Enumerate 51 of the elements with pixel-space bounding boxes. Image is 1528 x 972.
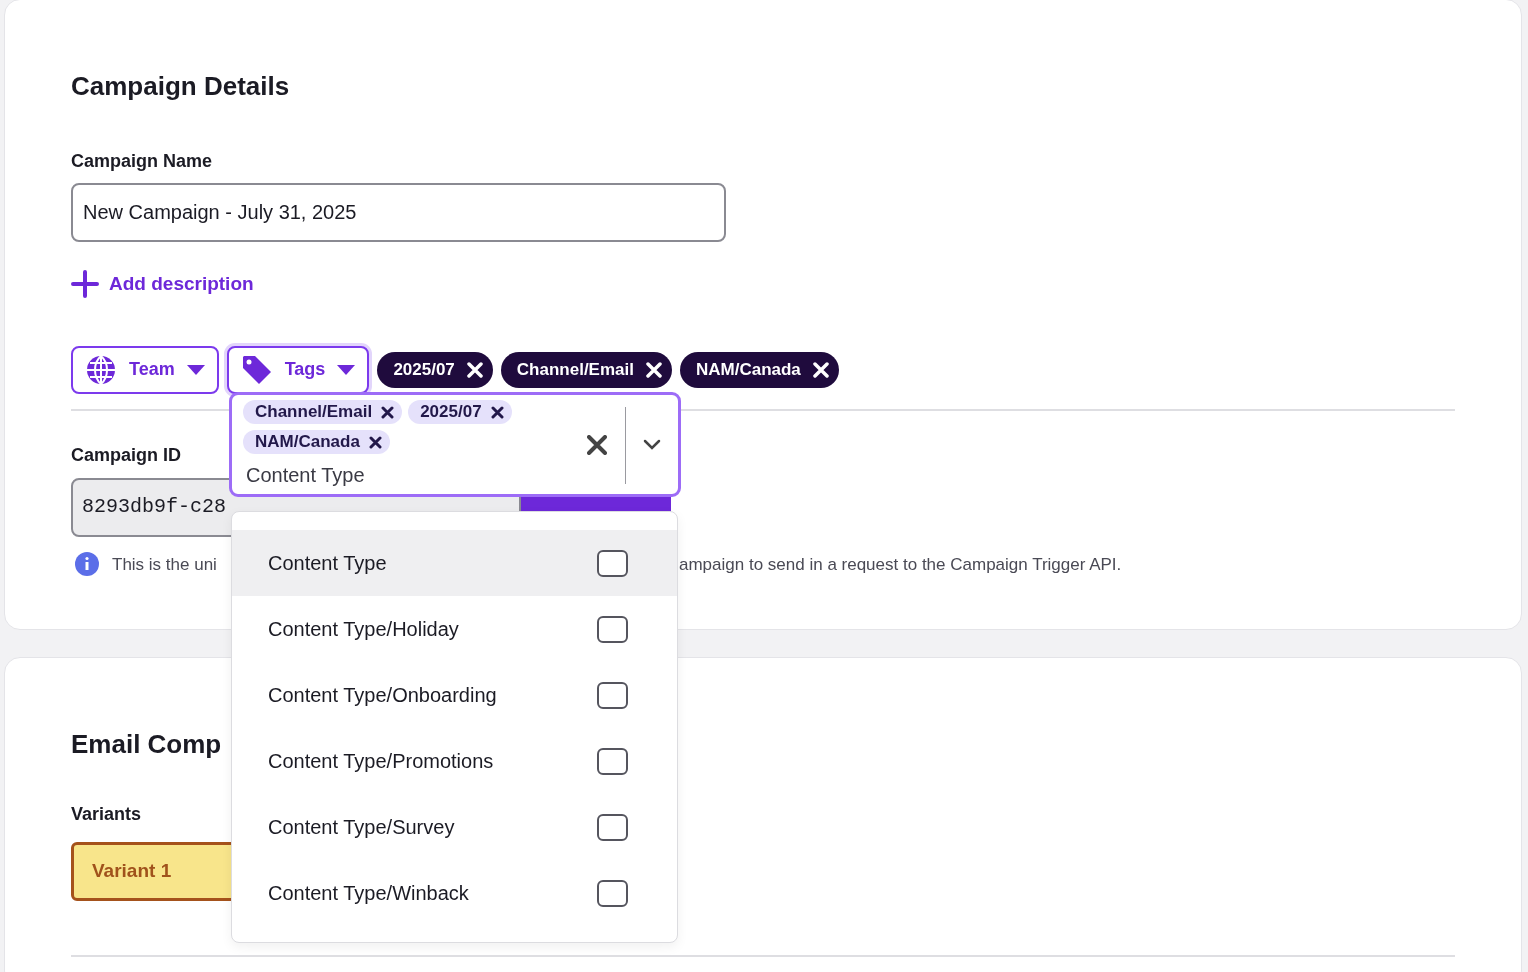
close-icon bbox=[466, 361, 483, 378]
tag-icon bbox=[240, 353, 273, 386]
tag-label: NAM/Canada bbox=[255, 431, 360, 454]
chevron-down-icon bbox=[643, 439, 661, 450]
remove-tag-button[interactable] bbox=[368, 435, 382, 449]
tag-label: NAM/Canada bbox=[695, 358, 801, 381]
close-icon bbox=[812, 361, 829, 378]
filter-dropdown-button[interactable]: Tags bbox=[226, 345, 370, 394]
close-icon bbox=[368, 435, 382, 449]
checkbox[interactable] bbox=[597, 615, 628, 643]
tag-label: Channel/Email bbox=[255, 401, 373, 424]
option-label: Content Type/Holiday bbox=[268, 617, 459, 642]
help-text: ampaign to send in a request to the Campaign Trigger API. bbox=[679, 553, 1122, 576]
add-description-link[interactable]: Add description bbox=[71, 270, 254, 299]
globe-icon bbox=[85, 353, 117, 386]
plus-icon bbox=[71, 270, 99, 299]
field-label: Campaign ID bbox=[71, 443, 181, 467]
option-label: Content Type bbox=[268, 551, 387, 576]
close-icon bbox=[381, 405, 395, 419]
remove-tag-button[interactable] bbox=[381, 405, 395, 419]
info-icon bbox=[75, 552, 99, 577]
menu-option[interactable]: Content Type/Promotions bbox=[232, 728, 677, 794]
tag-picker-field[interactable]: Channel/Email 2025/07 NAM/Canada Content Type bbox=[229, 392, 681, 497]
filter-dropdown-button[interactable]: Team bbox=[71, 345, 219, 394]
caret-icon bbox=[186, 364, 205, 375]
checkbox[interactable] bbox=[597, 549, 628, 577]
section-title: Campaign Details bbox=[71, 70, 291, 102]
menu-option[interactable]: Content Type/Onboarding bbox=[232, 662, 677, 728]
option-label: Content Type/Survey bbox=[268, 815, 455, 840]
field-label: Campaign Name bbox=[71, 150, 213, 173]
tag-label: 2025/07 bbox=[393, 358, 455, 381]
checkbox[interactable] bbox=[597, 681, 628, 709]
tag-label: Channel/Email bbox=[516, 358, 634, 381]
close-icon bbox=[490, 405, 504, 419]
checkbox[interactable] bbox=[597, 747, 628, 775]
checkbox[interactable] bbox=[597, 813, 628, 841]
help-text: This is the uni bbox=[112, 553, 217, 576]
menu-option[interactable]: Content Type bbox=[232, 530, 677, 596]
menu-option[interactable]: Content Type/Holiday bbox=[232, 596, 677, 662]
field-label: Variants bbox=[71, 803, 142, 826]
clear-button[interactable] bbox=[587, 434, 607, 455]
option-label: Content Type/Onboarding bbox=[268, 683, 497, 708]
tag-label: 2025/07 bbox=[420, 401, 482, 424]
section-title: Email Comp bbox=[71, 728, 223, 760]
remove-tag-button[interactable] bbox=[490, 405, 504, 419]
close-icon bbox=[645, 361, 662, 378]
caret-icon bbox=[337, 364, 356, 375]
text-field[interactable]: New Campaign - July 31, 2025 bbox=[71, 183, 726, 242]
checkbox[interactable] bbox=[597, 879, 628, 907]
close-icon bbox=[587, 434, 607, 455]
option-label: Content Type/Promotions bbox=[268, 749, 494, 774]
